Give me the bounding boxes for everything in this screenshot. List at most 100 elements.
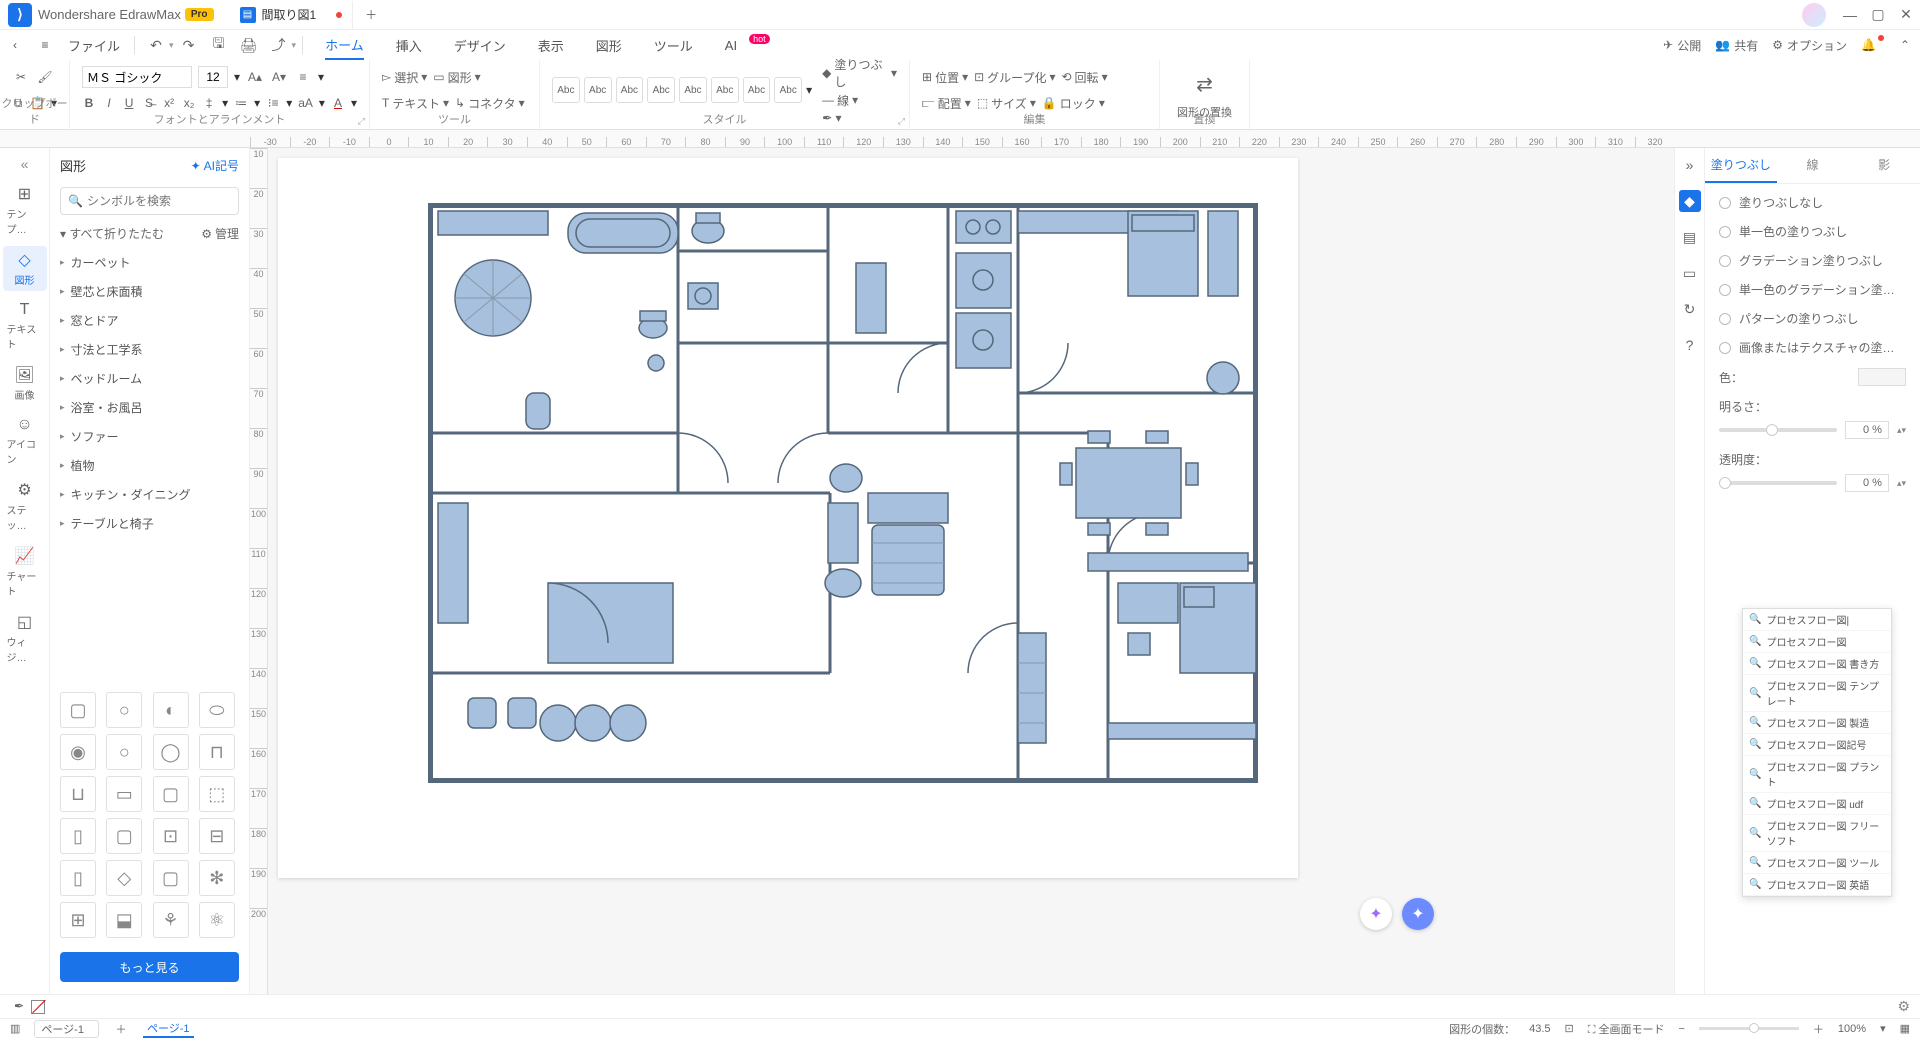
suggestion-row[interactable]: 🔍プロセスフロー図|: [1743, 609, 1891, 631]
shape-thumb-9[interactable]: ▭: [106, 776, 142, 812]
suggestion-row[interactable]: 🔍プロセスフロー図記号: [1743, 734, 1891, 756]
shape-thumb-19[interactable]: ✻: [199, 860, 235, 896]
shape-thumb-11[interactable]: ⬚: [199, 776, 235, 812]
shape-tool[interactable]: ▭ 図形 ▾: [433, 69, 480, 86]
style-preset-5[interactable]: Abc: [679, 77, 707, 103]
export-icon[interactable]: ⤴: [268, 34, 290, 56]
no-fill-swatch[interactable]: [31, 1000, 45, 1014]
nav-back-icon[interactable]: ‹: [4, 34, 26, 56]
align-icon[interactable]: ≡: [294, 68, 312, 86]
document-tab[interactable]: ▤ 間取り図1: [230, 1, 354, 29]
tab-insert[interactable]: 挿入: [396, 32, 422, 59]
fill-none-radio[interactable]: 塗りつぶしなし: [1719, 194, 1906, 211]
zoom-in-icon[interactable]: ＋: [1813, 1021, 1824, 1037]
format-painter-icon[interactable]: 🖌: [36, 68, 54, 86]
shape-thumb-22[interactable]: ⚘: [153, 902, 189, 938]
select-tool[interactable]: ▻ 選択 ▾: [382, 69, 427, 86]
more-shapes-button[interactable]: もっと見る: [60, 952, 239, 982]
line-height-icon[interactable]: ‡: [202, 94, 216, 112]
bullets-icon[interactable]: ≔: [234, 94, 248, 112]
prop-tab-line[interactable]: 線: [1777, 148, 1849, 183]
shape-thumb-3[interactable]: ⬭: [199, 692, 235, 728]
rotate-dropdown[interactable]: ⟲ 回転 ▾: [1061, 69, 1107, 86]
shape-thumb-10[interactable]: ▢: [153, 776, 189, 812]
pages-icon[interactable]: ▥: [10, 1022, 20, 1035]
prop-tab-fill[interactable]: 塗りつぶし: [1705, 148, 1777, 183]
fill-dropdown[interactable]: ◆ 塗りつぶし ▾: [822, 56, 897, 90]
tab-tool[interactable]: ツール: [654, 32, 693, 59]
numbered-icon[interactable]: ⁝≡: [266, 94, 280, 112]
fill-solid-radio[interactable]: 単一色の塗りつぶし: [1719, 223, 1906, 240]
publish-button[interactable]: ✈ 公開: [1663, 37, 1701, 54]
align-dropdown[interactable]: ⫍ 配置 ▾: [922, 95, 971, 112]
fill-image-radio[interactable]: 画像またはテクスチャの塗…: [1719, 339, 1906, 356]
tab-home[interactable]: ホーム: [325, 31, 364, 60]
fullscreen-button[interactable]: ⛶ 全画面モード: [1588, 1021, 1665, 1037]
hamburger-icon[interactable]: ≡: [34, 34, 56, 56]
rail-icon[interactable]: ☺アイコン: [3, 412, 47, 470]
stepper-icon-2[interactable]: ▴▾: [1897, 478, 1906, 489]
rail-help-icon[interactable]: ?: [1679, 334, 1701, 356]
rail-chart[interactable]: 📈チャート: [3, 542, 47, 602]
prop-tab-shadow[interactable]: 影: [1848, 148, 1920, 183]
magic-fab-icon[interactable]: ✦: [1360, 898, 1392, 930]
print-icon[interactable]: 🖨: [238, 34, 260, 56]
tab-ai[interactable]: AI: [725, 34, 737, 57]
page-select[interactable]: ページ-1: [34, 1020, 99, 1038]
shape-thumb-4[interactable]: ◉: [60, 734, 96, 770]
style-preset-4[interactable]: Abc: [647, 77, 675, 103]
user-avatar[interactable]: [1802, 3, 1826, 27]
superscript-icon[interactable]: x²: [162, 94, 176, 112]
collapse-ribbon-icon[interactable]: ⌃: [1900, 38, 1910, 52]
rail-text[interactable]: Tテキスト: [3, 297, 47, 355]
category-3[interactable]: 寸法と工学系: [50, 335, 249, 364]
style-more-icon[interactable]: ▾: [806, 83, 812, 97]
cut-icon[interactable]: ✂: [12, 68, 30, 86]
tab-view[interactable]: 表示: [538, 32, 564, 59]
canvas[interactable]: ✦ ✦: [268, 148, 1674, 994]
floor-plan[interactable]: [428, 203, 1258, 783]
shape-thumb-5[interactable]: ○: [106, 734, 142, 770]
style-preset-7[interactable]: Abc: [743, 77, 771, 103]
size-dropdown[interactable]: ⬚ サイズ ▾: [977, 95, 1036, 112]
italic-icon[interactable]: I: [102, 94, 116, 112]
style-preset-2[interactable]: Abc: [584, 77, 612, 103]
fill-pattern-radio[interactable]: パターンの塗りつぶし: [1719, 310, 1906, 327]
shape-thumb-2[interactable]: ◐: [153, 692, 189, 728]
minimize-button[interactable]: —: [1836, 1, 1864, 29]
shape-thumb-0[interactable]: ▢: [60, 692, 96, 728]
suggestion-row[interactable]: 🔍プロセスフロー図 プラント: [1743, 756, 1891, 793]
eyedropper-icon[interactable]: ✒: [14, 999, 30, 1015]
bold-icon[interactable]: B: [82, 94, 96, 112]
manage-button[interactable]: ⚙ 管理: [201, 225, 239, 242]
style-preset-6[interactable]: Abc: [711, 77, 739, 103]
shape-thumb-16[interactable]: ▯: [60, 860, 96, 896]
shape-thumb-13[interactable]: ▢: [106, 818, 142, 854]
shape-thumb-15[interactable]: ⊟: [199, 818, 235, 854]
text-tool[interactable]: T テキスト ▾: [382, 95, 449, 112]
maximize-button[interactable]: ▢: [1864, 1, 1892, 29]
rail-template[interactable]: ⊞テンプ…: [3, 180, 47, 240]
style-preset-8[interactable]: Abc: [774, 77, 802, 103]
rail-expand-icon[interactable]: »: [1679, 154, 1701, 176]
tab-shape[interactable]: 図形: [596, 32, 622, 59]
collapse-panel-icon[interactable]: «: [15, 154, 35, 174]
category-7[interactable]: 植物: [50, 451, 249, 480]
shape-thumb-1[interactable]: ○: [106, 692, 142, 728]
symbol-search-input[interactable]: [60, 187, 239, 215]
shape-thumb-7[interactable]: ⊓: [199, 734, 235, 770]
lock-dropdown[interactable]: 🔒 ロック ▾: [1042, 95, 1105, 112]
rail-stencil[interactable]: ⚙ステッ…: [3, 476, 47, 536]
ai-symbol-button[interactable]: ✦ AI記号: [191, 157, 239, 174]
category-2[interactable]: 窓とドア: [50, 306, 249, 335]
notification-icon[interactable]: 🔔: [1861, 38, 1886, 52]
stepper-icon[interactable]: ▴▾: [1897, 425, 1906, 436]
settings-gear-icon[interactable]: ⚙: [1897, 998, 1910, 1015]
rail-page-icon[interactable]: ▤: [1679, 226, 1701, 248]
font-shrink-icon[interactable]: A▾: [270, 68, 288, 86]
line-dropdown[interactable]: — 線 ▾: [822, 92, 897, 109]
suggestion-row[interactable]: 🔍プロセスフロー図: [1743, 631, 1891, 653]
share-button[interactable]: 👥 共有: [1715, 37, 1758, 54]
position-dropdown[interactable]: ⊞ 位置 ▾: [922, 69, 968, 86]
new-tab-button[interactable]: ＋: [359, 3, 383, 27]
